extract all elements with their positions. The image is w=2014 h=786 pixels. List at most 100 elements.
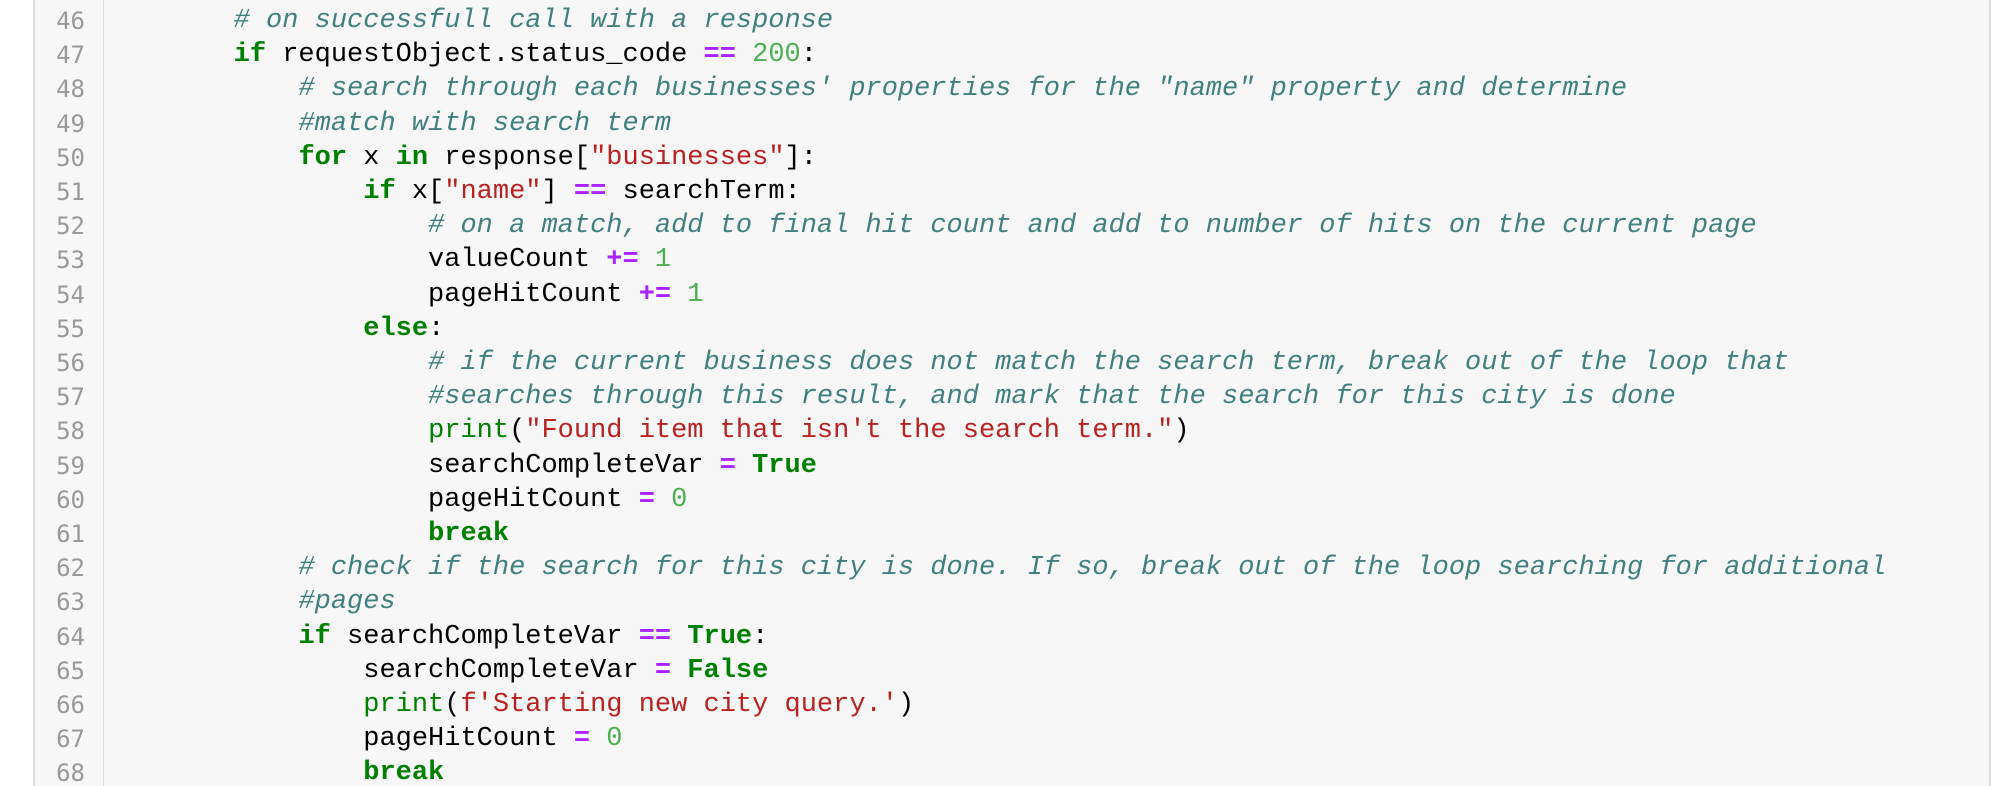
code-line: 67 pageHitCount = 0 xyxy=(35,720,1989,755)
code-text: pageHitCount = 0 xyxy=(104,483,687,517)
line-number: 48 xyxy=(56,75,85,104)
code-token-op: = xyxy=(719,450,736,481)
code-token-op: = xyxy=(654,655,672,686)
code-line: 63 #pages xyxy=(35,583,1989,619)
line-number: 50 xyxy=(56,143,85,172)
code-text: print(f'Starting new city query.') xyxy=(104,688,914,722)
code-token-plain: searchTerm: xyxy=(606,177,801,207)
code-text: # check if the search for this city is d… xyxy=(104,551,1886,585)
line-number: 68 xyxy=(56,759,85,786)
code-token-plain: searchCompleteVar xyxy=(104,655,655,686)
code-text: if requestObject.status_code == 200: xyxy=(104,38,817,72)
code-line: 52 # on a match, add to final hit count … xyxy=(35,207,1989,243)
code-token-op: == xyxy=(703,40,736,71)
code-token-keyword: else xyxy=(363,313,429,344)
code-text: # search through each businesses' proper… xyxy=(104,72,1627,106)
line-number: 60 xyxy=(56,485,85,514)
code-line: 59 searchCompleteVar = True xyxy=(35,447,1989,481)
code-text: # if the current business does not match… xyxy=(104,346,1789,380)
line-number: 55 xyxy=(56,314,85,343)
code-text: if x["name"] == searchTerm: xyxy=(104,175,801,209)
code-token-plain: pageHitCount xyxy=(104,724,574,755)
code-text: #match with search term xyxy=(104,107,671,141)
code-token-keyword: in xyxy=(395,142,429,173)
code-token-comment: #pages xyxy=(298,587,396,618)
code-line: 51 if x["name"] == searchTerm: xyxy=(35,173,1989,209)
code-text: # on a match, add to final hit count and… xyxy=(104,209,1757,243)
code-token-plain: : xyxy=(800,40,817,71)
code-text: break xyxy=(104,756,444,786)
code-token-plain: ) xyxy=(1173,416,1190,447)
code-token-plain: ) xyxy=(897,690,915,720)
code-token-comment: # check if the search for this city is d… xyxy=(298,553,1887,584)
code-token-keyword: True xyxy=(687,621,753,652)
code-token-num: 1 xyxy=(654,245,672,276)
code-token-plain: x[ xyxy=(395,177,445,207)
code-token-keyword: for xyxy=(298,142,348,173)
code-text: # on successfull call with a response xyxy=(104,4,834,38)
code-line: 65 searchCompleteVar = False xyxy=(35,652,1989,686)
line-number: 54 xyxy=(56,280,85,309)
code-token-plain: : xyxy=(428,313,445,344)
line-number: 59 xyxy=(56,451,85,480)
code-text: #pages xyxy=(104,585,396,619)
code-token-op: += xyxy=(638,279,672,310)
line-number: 61 xyxy=(56,520,85,548)
line-number: 62 xyxy=(56,554,85,583)
line-number: 65 xyxy=(56,656,85,685)
code-line: 56 # if the current business does not ma… xyxy=(35,344,1989,380)
code-token-op: == xyxy=(638,621,672,652)
line-number: 57 xyxy=(56,383,85,412)
code-text: #searches through this result, and mark … xyxy=(104,380,1676,414)
code-token-string: "name" xyxy=(444,177,542,207)
code-token-string: "businesses" xyxy=(590,142,785,173)
code-text: break xyxy=(104,517,509,551)
code-token-op: += xyxy=(606,245,639,276)
code-line: 55 else: xyxy=(35,310,1989,346)
code-token-keyword: False xyxy=(687,655,769,686)
code-token-comment: #match with search term xyxy=(298,108,672,139)
line-number: 46 xyxy=(56,7,85,35)
code-text: pageHitCount += 1 xyxy=(104,278,704,312)
code-line: 66 print(f'Starting new city query.') xyxy=(35,686,1989,722)
code-token-plain: response[ xyxy=(428,142,591,173)
code-token-plain: requestObject.status_code xyxy=(266,40,704,71)
code-text: else: xyxy=(104,312,444,346)
code-token-plain: ( xyxy=(509,416,526,447)
line-number: 67 xyxy=(56,725,85,754)
line-number: 53 xyxy=(56,246,85,275)
code-line: 48 # search through each businesses' pro… xyxy=(35,70,1989,106)
code-token-plain: ] xyxy=(541,177,574,207)
code-token-plain: searchCompleteVar xyxy=(104,450,720,481)
code-token-num: 0 xyxy=(606,724,623,755)
code-line: 64 if searchCompleteVar == True: xyxy=(35,618,1989,652)
code-token-num: 1 xyxy=(687,279,704,310)
code-token-op: == xyxy=(573,177,607,207)
code-token-string: "Found item that isn't the search term." xyxy=(525,416,1174,447)
code-token-plain: searchCompleteVar xyxy=(330,621,639,652)
code-token-keyword: break xyxy=(363,758,445,786)
code-token-keyword: True xyxy=(752,450,817,481)
code-token-keyword: if xyxy=(233,40,267,71)
code-line: 61 break xyxy=(35,515,1989,551)
code-token-plain: pageHitCount xyxy=(104,279,639,310)
code-line: 57 #searches through this result, and ma… xyxy=(35,378,1989,414)
code-line: 46 # on successfull call with a response xyxy=(35,2,1989,38)
code-text: valueCount += 1 xyxy=(104,243,671,277)
